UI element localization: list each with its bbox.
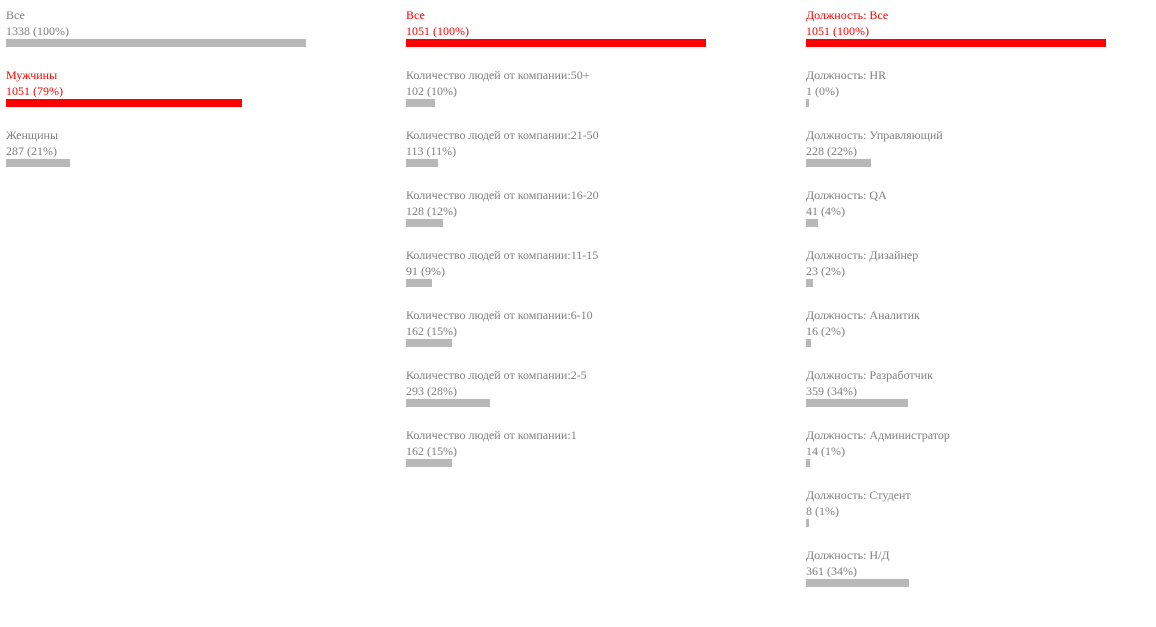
bar (406, 159, 438, 167)
position-filter-item[interactable]: Должность: Управляющий 228 (22%) (806, 127, 1126, 187)
bar (806, 519, 809, 527)
count-label: 162 (15%) (406, 444, 457, 458)
count-label: 102 (10%) (406, 84, 457, 98)
category-label: Должность: Разработчик (806, 368, 933, 382)
count-label: 113 (11%) (406, 144, 457, 158)
bar (806, 279, 813, 287)
count-label: 41 (4%) (806, 204, 845, 218)
count-label: 14 (1%) (806, 444, 845, 458)
bar (406, 339, 452, 347)
count-label: 91 (9%) (406, 264, 445, 278)
bar (806, 159, 871, 167)
position-filter-item[interactable]: Должность: Н/Д 361 (34%) (806, 547, 1126, 607)
category-label: Должность: Администратор (806, 428, 950, 442)
category-label: Количество людей от компании:11-15 (406, 248, 599, 262)
category-label: Должность: Аналитик (806, 308, 920, 322)
category-label: Количество людей от компании:16-20 (406, 188, 599, 202)
category-label: Должность: Студент (806, 488, 911, 502)
bar (806, 219, 818, 227)
company-size-column: Все 1051 (100%) Количество людей от компан… (406, 7, 726, 487)
category-label: Должность: Управляющий (806, 128, 943, 142)
position-filter-item[interactable]: Должность: QA 41 (4%) (806, 187, 1126, 247)
bar (406, 219, 443, 227)
bar (406, 279, 432, 287)
company-size-filter-item[interactable]: Количество людей от компании:1 162 (15%) (406, 427, 726, 487)
company-size-filter-item[interactable]: Количество людей от компании:6-10 162 (15… (406, 307, 726, 367)
category-label: Должность: Все (806, 8, 889, 22)
category-label: Количество людей от компании:2-5 (406, 368, 587, 382)
company-size-filter-item[interactable]: Количество людей от компании:50+ 102 (10%… (406, 67, 726, 127)
gender-filter-item[interactable]: Женщины 287 (21%) (6, 127, 326, 187)
company-size-filter-item[interactable]: Все 1051 (100%) (406, 7, 726, 67)
company-size-filter-item[interactable]: Количество людей от компании:2-5 293 (28%… (406, 367, 726, 427)
count-label: 1051 (100%) (806, 24, 869, 38)
category-label: Все (6, 8, 25, 22)
category-label: Женщины (6, 128, 59, 142)
position-filter-item[interactable]: Должность: Студент 8 (1%) (806, 487, 1126, 547)
bar (6, 159, 70, 167)
category-label: Должность: QA (806, 188, 887, 202)
position-filter-item[interactable]: Должность: Дизайнер 23 (2%) (806, 247, 1126, 307)
count-label: 1338 (100%) (6, 24, 69, 38)
category-label: Количество людей от компании:6-10 (406, 308, 593, 322)
count-label: 8 (1%) (806, 504, 839, 518)
count-label: 23 (2%) (806, 264, 845, 278)
company-size-filter-item[interactable]: Количество людей от компании:21-50 113 (1… (406, 127, 726, 187)
position-filter-item[interactable]: Должность: Все 1051 (100%) (806, 7, 1126, 67)
bar (806, 99, 809, 107)
count-label: 1 (0%) (806, 84, 839, 98)
position-column: Должность: Все 1051 (100%) Должность: HR 1 … (806, 7, 1126, 607)
gender-filter-item[interactable]: Мужчины 1051 (79%) (6, 67, 326, 127)
bar (806, 459, 810, 467)
bar (6, 39, 306, 47)
category-label: Мужчины (6, 68, 58, 82)
count-label: 359 (34%) (806, 384, 857, 398)
bar (406, 459, 452, 467)
count-label: 1051 (79%) (6, 84, 63, 98)
count-label: 293 (28%) (406, 384, 457, 398)
bar (6, 99, 242, 107)
count-label: 16 (2%) (806, 324, 845, 338)
bar (806, 39, 1106, 47)
category-label: Количество людей от компании:1 (406, 428, 577, 442)
count-label: 162 (15%) (406, 324, 457, 338)
position-filter-item[interactable]: Должность: HR 1 (0%) (806, 67, 1126, 127)
count-label: 361 (34%) (806, 564, 857, 578)
category-label: Должность: Дизайнер (806, 248, 919, 262)
company-size-filter-item[interactable]: Количество людей от компании:16-20 128 (1… (406, 187, 726, 247)
bar (806, 339, 811, 347)
bar (406, 99, 435, 107)
bar (406, 39, 706, 47)
position-filter-item[interactable]: Должность: Администратор 14 (1%) (806, 427, 1126, 487)
count-label: 128 (12%) (406, 204, 457, 218)
category-label: Должность: HR (806, 68, 887, 82)
count-label: 228 (22%) (806, 144, 857, 158)
category-label: Должность: Н/Д (806, 548, 890, 562)
category-label: Количество людей от компании:21-50 (406, 128, 599, 142)
category-label: Количество людей от компании:50+ (406, 68, 590, 82)
position-filter-item[interactable]: Должность: Аналитик 16 (2%) (806, 307, 1126, 367)
count-label: 1051 (100%) (406, 24, 469, 38)
company-size-filter-item[interactable]: Количество людей от компании:11-15 91 (9%… (406, 247, 726, 307)
position-filter-item[interactable]: Должность: Разработчик 359 (34%) (806, 367, 1126, 427)
category-label: Все (406, 8, 425, 22)
gender-column: Все 1338 (100%) Мужчины 1051 (79%) Женщины 28… (6, 7, 326, 187)
bar (406, 399, 490, 407)
bar (806, 399, 908, 407)
bar (806, 579, 909, 587)
count-label: 287 (21%) (6, 144, 57, 158)
gender-filter-item[interactable]: Все 1338 (100%) (6, 7, 326, 67)
